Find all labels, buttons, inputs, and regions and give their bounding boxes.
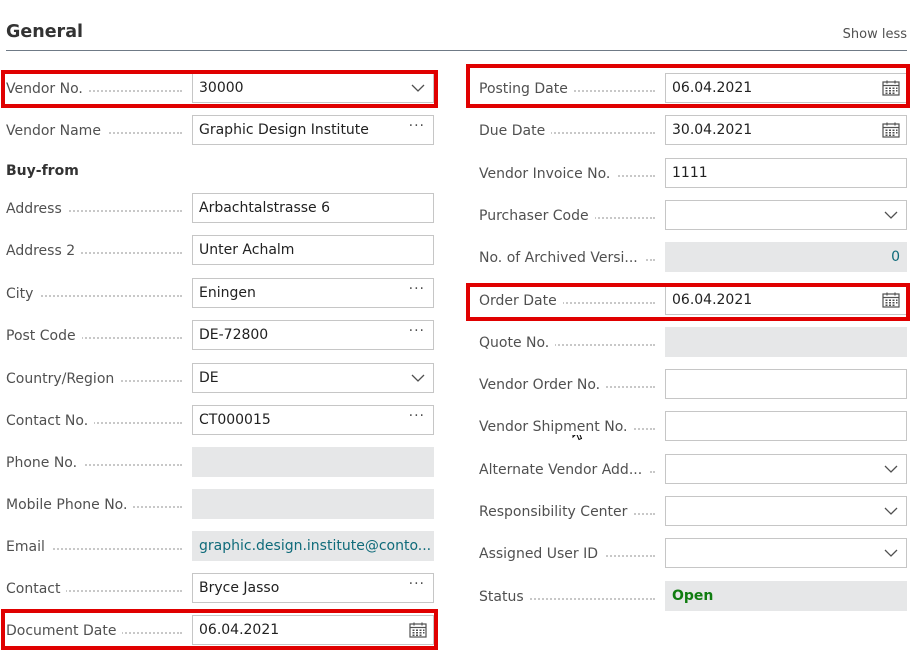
due-date-row: Due Date 30.04.2021 [479,115,907,147]
ellipsis-icon[interactable]: ··· [409,116,425,140]
posting-date-field[interactable]: 06.04.2021 [665,73,907,103]
posting-date-row: Posting Date 06.04.2021 [479,73,907,105]
buy-from-heading: Buy-from [6,163,79,179]
chevron-down-icon[interactable] [882,455,900,483]
vendor-name-label: Vendor Name [6,115,192,147]
archived-versions-field[interactable]: 0 [665,242,907,272]
vendor-no-row: Vendor No. 30000 [6,73,434,105]
calendar-icon[interactable] [882,74,900,102]
mobile-label: Mobile Phone No. [6,489,192,521]
show-less-link[interactable]: Show less [843,27,907,42]
country-field[interactable]: DE [192,363,434,393]
order-date-field[interactable]: 06.04.2021 [665,285,907,315]
vendor-shipment-row: Vendor Shipment No. [479,411,907,443]
country-row: Country/Region DE [6,363,434,395]
status-field: Open [665,581,907,611]
address-row: Address Arbachtalstrasse 6 [6,193,434,225]
address2-row: Address 2 Unter Achalm [6,235,434,267]
quote-no-label: Quote No. [479,327,665,359]
ellipsis-icon[interactable]: ··· [409,406,425,430]
due-date-label: Due Date [479,115,665,147]
quote-no-row: Quote No. [479,327,907,359]
post-code-row: Post Code DE-72800 ··· [6,320,434,352]
contact-row: Contact Bryce Jasso ··· [6,573,434,605]
document-date-row: Document Date 06.04.2021 [6,615,434,647]
post-code-field[interactable]: DE-72800 ··· [192,320,434,350]
post-code-label: Post Code [6,320,192,352]
order-date-row: Order Date 06.04.2021 [479,285,907,317]
alternate-vendor-label: Alternate Vendor Add... [479,454,665,486]
contact-field[interactable]: Bryce Jasso ··· [192,573,434,603]
vendor-order-field[interactable] [665,369,907,399]
mobile-field [192,489,434,519]
country-label: Country/Region [6,363,192,395]
address-label: Address [6,193,192,225]
chevron-down-icon[interactable] [882,497,900,525]
responsibility-center-label: Responsibility Center [479,496,665,528]
vendor-order-label: Vendor Order No. [479,369,665,401]
purchaser-code-label: Purchaser Code [479,200,665,232]
phone-field [192,447,434,477]
address2-label: Address 2 [6,235,192,267]
chevron-down-icon[interactable] [409,74,427,102]
vendor-shipment-field[interactable] [665,411,907,441]
email-label: Email [6,531,192,563]
alternate-vendor-row: Alternate Vendor Add... [479,454,907,486]
contact-label: Contact [6,573,192,605]
email-row: Email graphic.design.institute@conto... [6,531,434,563]
phone-label: Phone No. [6,447,192,479]
vendor-no-field[interactable]: 30000 [192,73,434,103]
calendar-icon[interactable] [882,286,900,314]
calendar-icon[interactable] [882,116,900,144]
city-row: City Eningen ··· [6,278,434,310]
phone-row: Phone No. [6,447,434,479]
city-field[interactable]: Eningen ··· [192,278,434,308]
document-date-field[interactable]: 06.04.2021 [192,615,434,645]
assigned-user-field[interactable] [665,538,907,568]
quote-no-field [665,327,907,357]
responsibility-center-field[interactable] [665,496,907,526]
purchaser-code-field[interactable] [665,200,907,230]
status-row: Status Open [479,581,907,613]
chevron-down-icon[interactable] [409,364,427,392]
section-header: General Show less [6,22,907,51]
archived-versions-row: No. of Archived Versi... 0 [479,242,907,274]
assigned-user-row: Assigned User ID [479,538,907,570]
calendar-icon[interactable] [409,616,427,644]
address-field[interactable]: Arbachtalstrasse 6 [192,193,434,223]
vendor-invoice-label: Vendor Invoice No. [479,158,665,190]
status-label: Status [479,581,665,613]
chevron-down-icon[interactable] [882,201,900,229]
vendor-invoice-row: Vendor Invoice No. 1111 [479,158,907,190]
posting-date-label: Posting Date [479,73,665,105]
vendor-name-field[interactable]: Graphic Design Institute ··· [192,115,434,145]
chevron-down-icon[interactable] [882,539,900,567]
alternate-vendor-field[interactable] [665,454,907,484]
vendor-name-row: Vendor Name Graphic Design Institute ··· [6,115,434,147]
contact-no-label: Contact No. [6,405,192,437]
address2-field[interactable]: Unter Achalm [192,235,434,265]
vendor-invoice-field[interactable]: 1111 [665,158,907,188]
status-badge: Open [672,588,714,604]
document-date-label: Document Date [6,615,192,647]
assigned-user-label: Assigned User ID [479,538,665,570]
contact-no-row: Contact No. CT000015 ··· [6,405,434,437]
section-title: General [6,22,83,42]
ellipsis-icon[interactable]: ··· [409,574,425,598]
ellipsis-icon[interactable]: ··· [409,321,425,345]
archived-versions-label: No. of Archived Versi... [479,242,665,274]
mobile-row: Mobile Phone No. [6,489,434,521]
city-label: City [6,278,192,310]
responsibility-center-row: Responsibility Center [479,496,907,528]
due-date-field[interactable]: 30.04.2021 [665,115,907,145]
vendor-order-row: Vendor Order No. [479,369,907,401]
ellipsis-icon[interactable]: ··· [409,279,425,303]
order-date-label: Order Date [479,285,665,317]
vendor-no-label: Vendor No. [6,73,192,105]
purchaser-code-row: Purchaser Code [479,200,907,232]
contact-no-field[interactable]: CT000015 ··· [192,405,434,435]
email-link[interactable]: graphic.design.institute@conto... [192,531,434,561]
